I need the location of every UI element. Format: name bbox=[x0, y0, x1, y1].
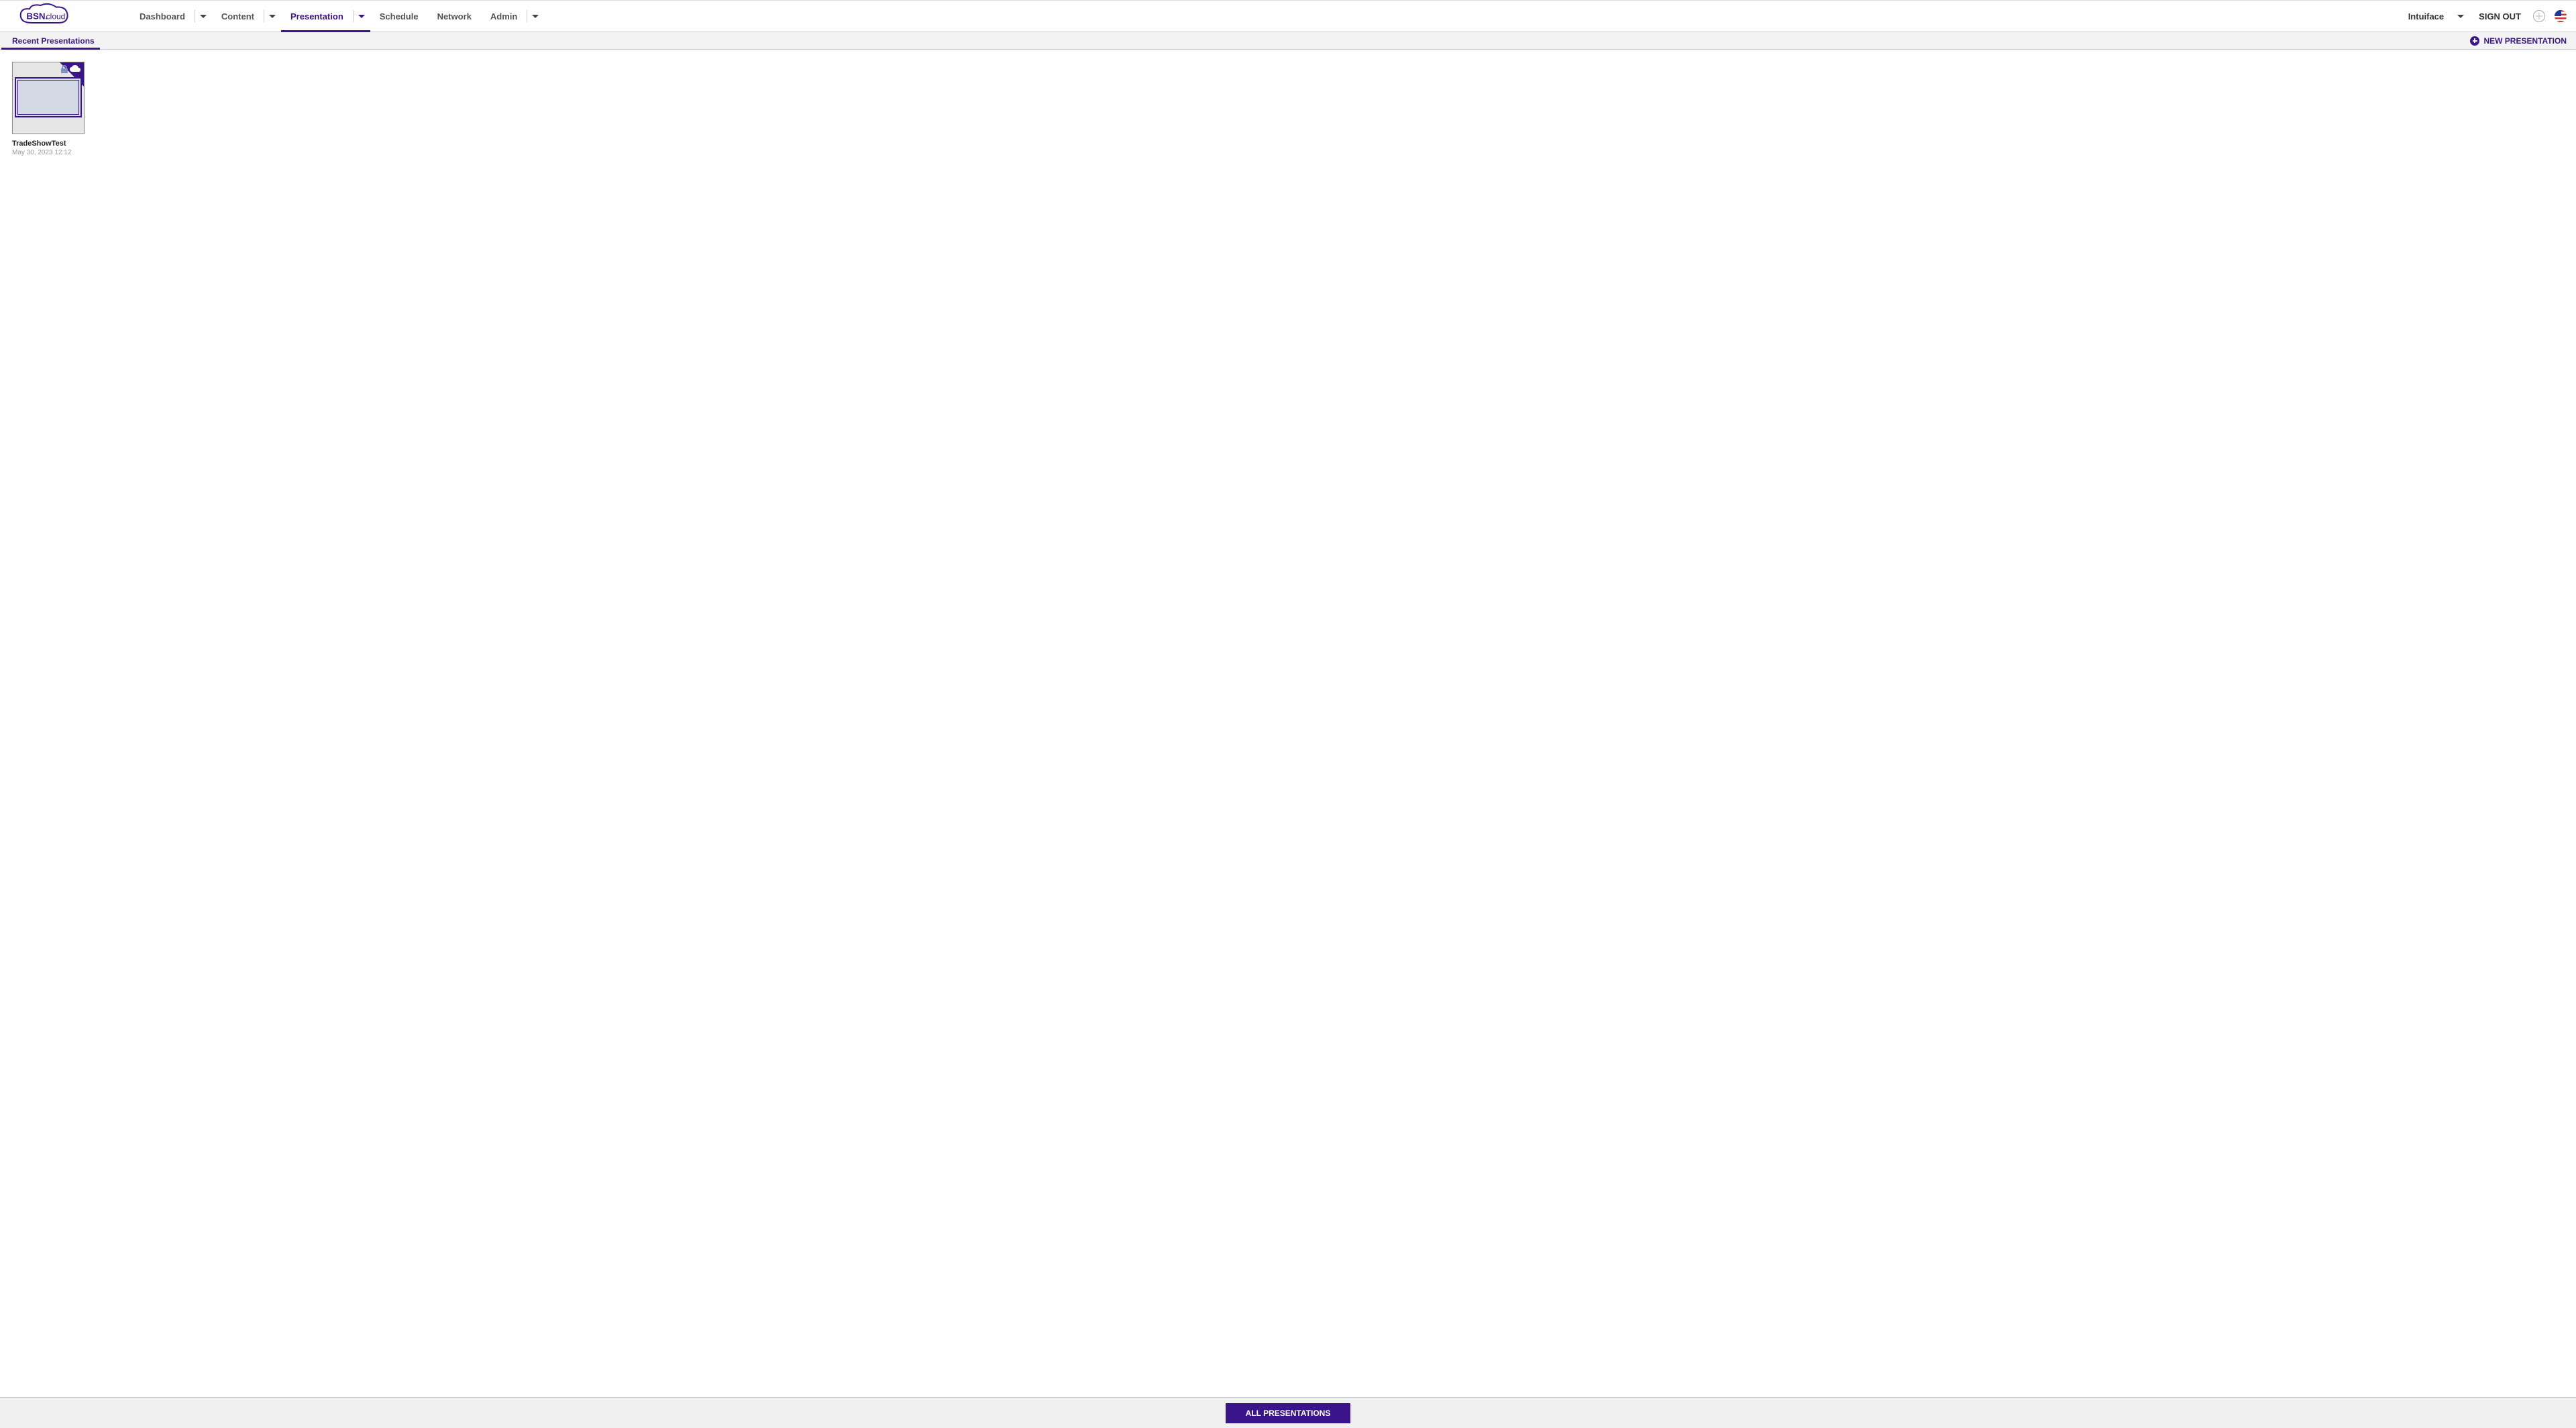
nav-network[interactable]: Network bbox=[428, 1, 481, 32]
chevron-down-icon bbox=[200, 15, 207, 18]
presentation-date: May 30, 2023 12:12 bbox=[12, 149, 85, 156]
sub-header: Recent Presentations NEW PRESENTATION bbox=[0, 32, 2576, 50]
tab-recent-presentations[interactable]: Recent Presentations bbox=[7, 32, 100, 49]
new-presentation-button[interactable]: NEW PRESENTATION bbox=[2467, 32, 2569, 49]
footer-bar: ALL PRESENTATIONS bbox=[0, 1397, 2576, 1428]
nav-schedule[interactable]: Schedule bbox=[370, 1, 428, 32]
all-presentations-button[interactable]: ALL PRESENTATIONS bbox=[1226, 1403, 1351, 1423]
logo-text-light: cloud bbox=[46, 12, 66, 21]
nav-presentation[interactable]: Presentation bbox=[281, 1, 353, 32]
logo-text-bold: BSN. bbox=[26, 11, 48, 21]
locale-flag-us-icon[interactable] bbox=[2555, 10, 2567, 22]
nav-admin[interactable]: Admin bbox=[481, 1, 527, 32]
nav-presentation-dropdown[interactable] bbox=[353, 1, 370, 32]
presentation-thumbnail[interactable] bbox=[12, 62, 85, 134]
main-nav: Dashboard Content Presentation Schedule … bbox=[130, 1, 544, 32]
account-name: Intuiface bbox=[2404, 11, 2448, 21]
cloud-logo-icon: BSN. cloud bbox=[9, 3, 90, 30]
nav-content-dropdown[interactable] bbox=[264, 1, 281, 32]
chevron-down-icon bbox=[2457, 15, 2464, 18]
brand-logo[interactable]: BSN. cloud bbox=[9, 3, 90, 30]
content-area: TradeShowTest May 30, 2023 12:12 bbox=[0, 50, 2576, 1397]
signout-link[interactable]: SIGN OUT bbox=[2473, 11, 2526, 21]
lock-icon bbox=[61, 65, 68, 73]
account-dropdown[interactable] bbox=[2453, 15, 2468, 18]
presentation-title: TradeShowTest bbox=[12, 140, 85, 148]
presentation-card: TradeShowTest May 30, 2023 12:12 bbox=[12, 62, 85, 156]
plus-circle-icon bbox=[2470, 36, 2479, 46]
new-presentation-label: NEW PRESENTATION bbox=[2483, 36, 2567, 46]
cloud-icon bbox=[69, 64, 81, 72]
chevron-down-icon bbox=[532, 15, 539, 18]
chevron-down-icon bbox=[269, 15, 276, 18]
header-right: Intuiface SIGN OUT bbox=[2404, 10, 2569, 22]
status-indicator-icon[interactable] bbox=[2533, 10, 2545, 22]
thumbnail-preview bbox=[15, 77, 82, 117]
nav-admin-dropdown[interactable] bbox=[527, 1, 544, 32]
nav-dashboard-dropdown[interactable] bbox=[195, 1, 212, 32]
nav-dashboard[interactable]: Dashboard bbox=[130, 1, 195, 32]
main-header: BSN. cloud Dashboard Content Presentatio… bbox=[0, 0, 2576, 32]
chevron-down-icon bbox=[358, 15, 365, 18]
nav-content[interactable]: Content bbox=[212, 1, 264, 32]
